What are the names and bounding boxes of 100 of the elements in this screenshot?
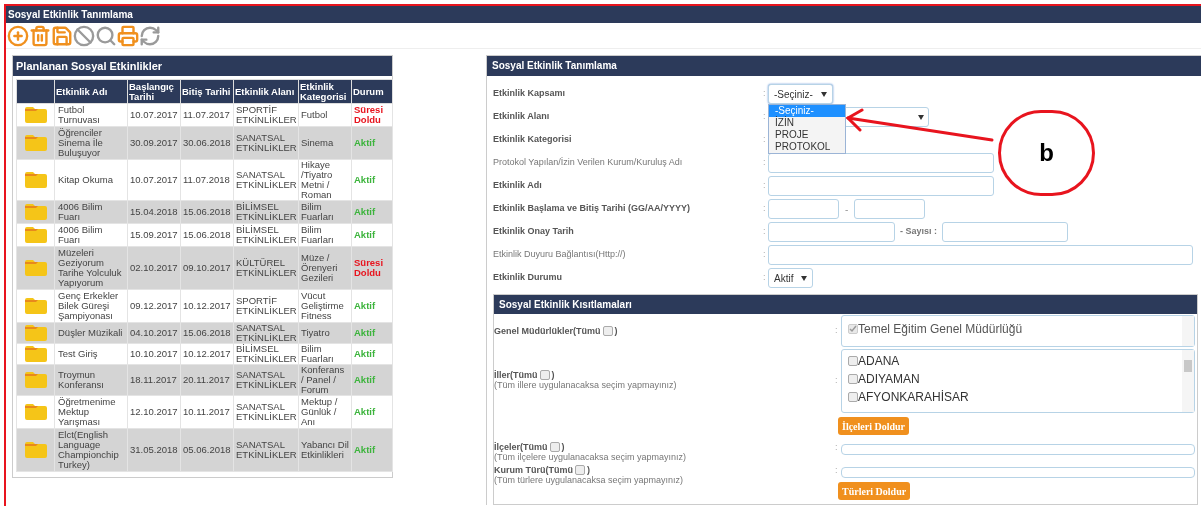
table-cell: 09.10.2017 bbox=[180, 246, 234, 290]
list-option[interactable]: ADIYAMAN bbox=[858, 370, 920, 388]
folder-icon[interactable] bbox=[23, 441, 48, 459]
checkbox[interactable] bbox=[848, 356, 858, 366]
status-text: Aktif bbox=[351, 200, 393, 224]
checkbox[interactable] bbox=[848, 392, 858, 402]
separator-text: : bbox=[763, 202, 767, 216]
input-field[interactable] bbox=[768, 176, 994, 196]
trash-icon[interactable] bbox=[29, 24, 51, 47]
separator-text: : bbox=[835, 440, 839, 454]
table-cell: Troymun Konferansı bbox=[54, 364, 128, 396]
column-header: Etkinlik Alanı bbox=[233, 79, 299, 104]
separator-text: : bbox=[763, 248, 767, 262]
table-cell: Test Giriş bbox=[54, 343, 128, 365]
checkbox[interactable] bbox=[539, 370, 550, 380]
date-field[interactable] bbox=[854, 199, 926, 219]
separator-text: : bbox=[763, 110, 767, 124]
table-cell: Müzeleri Geziyorum Tarihe Yolculuk Yapıyorum bbox=[54, 246, 128, 290]
table-cell: 20.11.2017 bbox=[180, 364, 234, 396]
checkbox[interactable] bbox=[575, 465, 585, 475]
printer-icon[interactable] bbox=[117, 24, 139, 47]
search-icon[interactable] bbox=[95, 24, 117, 47]
table-cell: 02.10.2017 bbox=[127, 246, 181, 290]
separator-text: : bbox=[835, 463, 839, 477]
table-cell: 10.07.2017 bbox=[127, 159, 181, 201]
cancel-icon[interactable] bbox=[73, 24, 95, 47]
dropdown[interactable]: -Seçiniz- bbox=[768, 84, 833, 104]
dropdown-option[interactable]: PROTOKOL bbox=[769, 141, 845, 153]
separator-text: : bbox=[763, 133, 767, 147]
table-cell: Vücut Geliştirme Fitness bbox=[298, 289, 352, 323]
input-field[interactable] bbox=[768, 153, 994, 173]
panel-title: Sosyal Etkinlik Kısıtlamaları bbox=[494, 295, 1197, 314]
scrollbar[interactable] bbox=[1182, 350, 1194, 412]
date-field[interactable] bbox=[768, 222, 895, 242]
table-cell: SPORTİF ETKİNLİKLER bbox=[233, 289, 299, 323]
paren-text: ) bbox=[561, 442, 565, 452]
table-cell: 10.10.2017 bbox=[127, 343, 181, 365]
table-cell: Sinema bbox=[298, 126, 352, 160]
add-icon[interactable] bbox=[7, 24, 29, 47]
list-option[interactable]: AFYONKARAHİSAR bbox=[858, 388, 969, 406]
checkbox[interactable] bbox=[602, 326, 613, 336]
dropdown[interactable]: Aktif bbox=[768, 268, 814, 288]
folder-icon[interactable] bbox=[23, 259, 48, 277]
dropdown-option[interactable]: İZİN bbox=[769, 117, 845, 129]
table-cell: 4006 Bilim Fuarı bbox=[54, 200, 128, 224]
folder-icon[interactable] bbox=[23, 371, 48, 389]
folder-icon[interactable] bbox=[23, 324, 48, 342]
table-cell: 11.07.2017 bbox=[180, 103, 234, 127]
table-cell: Bilim Fuarları bbox=[298, 343, 352, 365]
date-field[interactable] bbox=[768, 199, 839, 219]
table-cell: Öğrenciler Sinema İle Buluşuyor bbox=[54, 126, 128, 160]
separator-text: : bbox=[835, 324, 839, 338]
table-cell: 10.12.2017 bbox=[180, 289, 234, 323]
list-option[interactable]: ADANA bbox=[858, 352, 900, 370]
group-label: İller(Tümü bbox=[494, 370, 538, 380]
table-cell: Düşler Müzikali bbox=[54, 322, 128, 344]
folder-icon[interactable] bbox=[23, 203, 48, 221]
folder-icon[interactable] bbox=[23, 345, 48, 363]
checkbox[interactable] bbox=[848, 374, 858, 384]
table-cell: 30.06.2018 bbox=[180, 126, 234, 160]
table-cell: Bilim Fuarları bbox=[298, 223, 352, 247]
input-field[interactable] bbox=[942, 222, 1068, 242]
folder-icon[interactable] bbox=[23, 297, 48, 315]
scrollbar[interactable] bbox=[1182, 316, 1194, 346]
panel-title: Planlanan Sosyal Etkinlikler bbox=[13, 56, 392, 76]
paren-text: ) bbox=[551, 370, 555, 380]
folder-icon[interactable] bbox=[23, 403, 48, 421]
refresh-icon[interactable] bbox=[139, 24, 161, 47]
table-cell: SANATSAL ETKİNLİKLER bbox=[233, 159, 299, 201]
table-cell: SPORTİF ETKİNLİKLER bbox=[233, 103, 299, 127]
caret-icon bbox=[820, 91, 827, 97]
column-header: Durum bbox=[351, 79, 393, 104]
folder-icon[interactable] bbox=[23, 226, 48, 244]
field-label: Etkinlik Durumu bbox=[493, 271, 563, 285]
paren-text: ) bbox=[614, 326, 618, 336]
input-field[interactable] bbox=[768, 245, 1193, 265]
dropdown-option[interactable]: PROJE bbox=[769, 129, 845, 141]
status-text: Aktif bbox=[351, 364, 393, 396]
field-label: Etkinlik Kapsamı bbox=[493, 87, 567, 101]
table-cell: BİLİMSEL ETKİNLİKLER bbox=[233, 223, 299, 247]
status-text: Aktif bbox=[351, 322, 393, 344]
checkbox[interactable] bbox=[549, 442, 560, 452]
save-icon[interactable] bbox=[51, 24, 73, 47]
separator-text: : bbox=[763, 87, 767, 101]
table-cell: 15.09.2017 bbox=[127, 223, 181, 247]
folder-icon[interactable] bbox=[23, 134, 48, 152]
hint-text: (Tüm illere uygulanacaksa seçim yapmayınız) bbox=[494, 380, 678, 390]
table-cell: Futbol bbox=[298, 103, 352, 127]
table-cell: 11.07.2018 bbox=[180, 159, 234, 201]
folder-icon[interactable] bbox=[23, 106, 48, 124]
folder-icon[interactable] bbox=[23, 171, 48, 189]
status-text: Süresi Doldu bbox=[351, 103, 393, 127]
hint-text: (Tüm ilçelere uygulanacaksa seçim yapmayınız) bbox=[494, 452, 688, 462]
table-cell: BİLİMSEL ETKİNLİKLER bbox=[233, 200, 299, 224]
field-label: Etkinlik Onay Tarih bbox=[493, 225, 575, 239]
status-text: Aktif bbox=[351, 223, 393, 247]
field-label: Etkinlik Duyuru Bağlantısı(Http://) bbox=[493, 248, 627, 262]
caret-icon bbox=[801, 275, 808, 281]
group-label: Genel Müdürlükler(Tümü bbox=[494, 326, 601, 336]
field-label: Etkinlik Başlama ve Bitiş Tarihi (GG/AA/YYYY) bbox=[493, 202, 691, 216]
